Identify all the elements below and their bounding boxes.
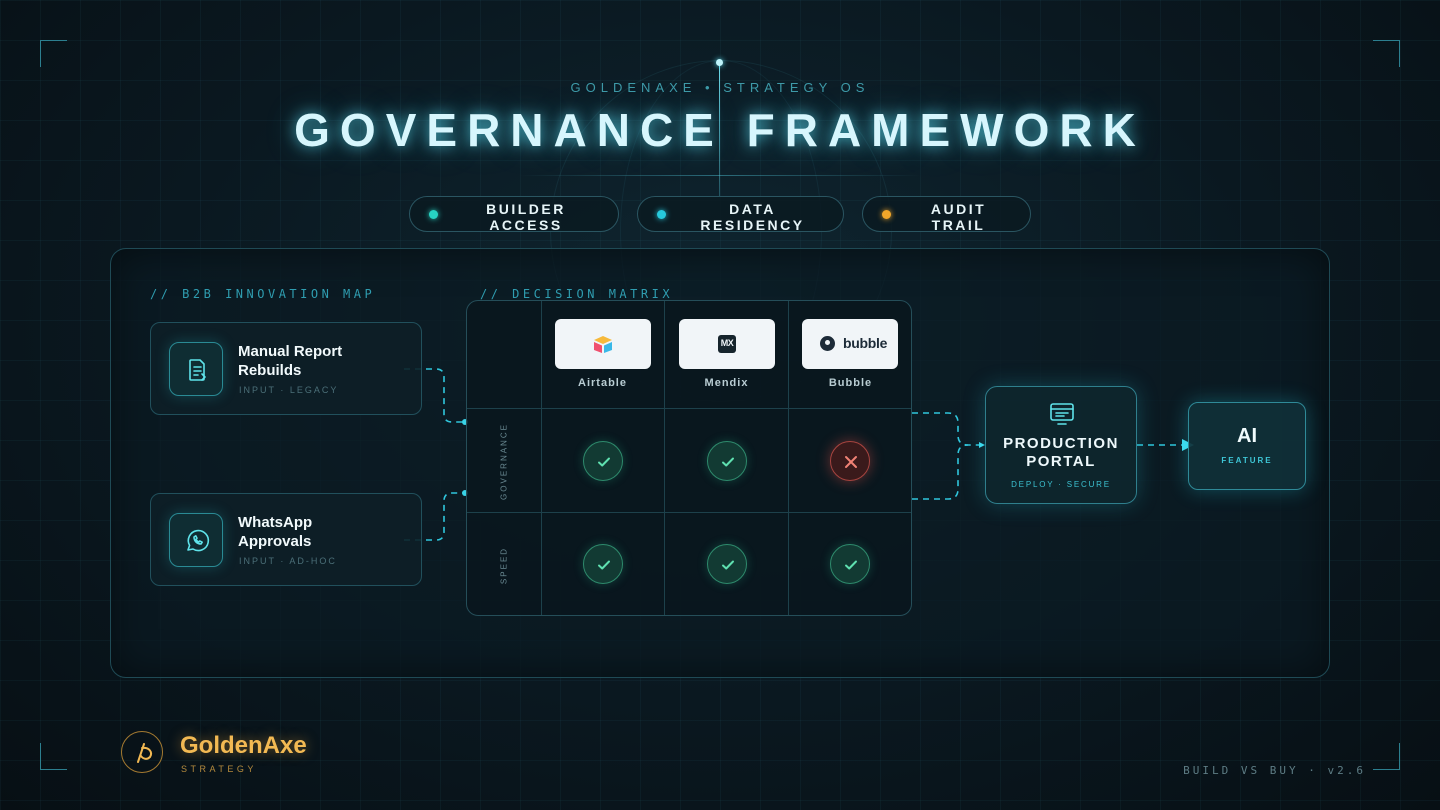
brand-tagline: STRATEGY bbox=[181, 764, 257, 774]
bubble-logo-text: bubble bbox=[843, 335, 888, 351]
mendix-logo: MX bbox=[679, 319, 775, 369]
airtable-logo-icon bbox=[594, 336, 612, 353]
production-portal-card[interactable]: PRODUCTION PORTAL DEPLOY · SECURE bbox=[985, 386, 1137, 504]
bubble-logo: bubble bbox=[802, 319, 898, 369]
cross-icon-bubble-governance bbox=[830, 441, 870, 481]
input-card-whatsapp-approvals[interactable]: WhatsApp Approvals INPUT · AD-HOC bbox=[150, 493, 422, 586]
portal-title: PRODUCTION PORTAL bbox=[1003, 435, 1119, 470]
connector-matrix-to-portal-bottom bbox=[912, 444, 969, 500]
goldenaxe-logo-icon bbox=[121, 731, 163, 773]
matrix-gridline bbox=[788, 301, 789, 615]
vendor-name-mendix: Mendix bbox=[704, 377, 749, 389]
input-card-manual-report[interactable]: Manual Report Rebuilds INPUT · LEGACY bbox=[150, 322, 422, 415]
connector-matrix-to-portal-top bbox=[912, 412, 985, 446]
portal-window-icon bbox=[1050, 403, 1074, 425]
card-subtitle: INPUT · AD-HOC bbox=[239, 556, 337, 566]
whatsapp-icon bbox=[169, 513, 223, 567]
matrix-gridline bbox=[664, 301, 665, 615]
matrix-gridline bbox=[467, 512, 911, 513]
document-icon bbox=[169, 342, 223, 396]
portal-subtitle: DEPLOY · SECURE bbox=[1011, 480, 1111, 489]
decision-matrix: Airtable MX Mendix bubble Bubble GOVERNA… bbox=[466, 300, 912, 616]
ai-title: AI bbox=[1237, 425, 1257, 447]
vendor-name-airtable: Airtable bbox=[578, 377, 627, 389]
check-icon-airtable-governance bbox=[583, 441, 623, 481]
ai-subtitle: FEATURE bbox=[1221, 456, 1273, 465]
card-title: Manual Report Rebuilds bbox=[238, 343, 343, 379]
row-label-governance: GOVERNANCE bbox=[499, 423, 509, 500]
check-icon-airtable-speed bbox=[583, 544, 623, 584]
footer-version: BUILD VS BUY · v2.6 bbox=[1183, 764, 1366, 777]
card-subtitle: INPUT · LEGACY bbox=[239, 385, 339, 395]
airtable-logo bbox=[555, 319, 651, 369]
check-icon-bubble-speed bbox=[830, 544, 870, 584]
check-icon-mendix-speed bbox=[707, 544, 747, 584]
matrix-gridline bbox=[541, 301, 542, 615]
bubble-logo-icon-inner bbox=[825, 340, 830, 345]
ai-feature-card[interactable]: AI FEATURE bbox=[1188, 402, 1306, 490]
vendor-name-bubble: Bubble bbox=[828, 377, 873, 389]
card-title: WhatsApp Approvals bbox=[238, 514, 313, 550]
check-icon-mendix-governance bbox=[707, 441, 747, 481]
mendix-logo-text: MX bbox=[720, 338, 734, 348]
matrix-gridline bbox=[467, 408, 911, 409]
row-label-speed: SPEED bbox=[499, 546, 509, 585]
brand-name: GoldenAxe bbox=[180, 732, 307, 759]
